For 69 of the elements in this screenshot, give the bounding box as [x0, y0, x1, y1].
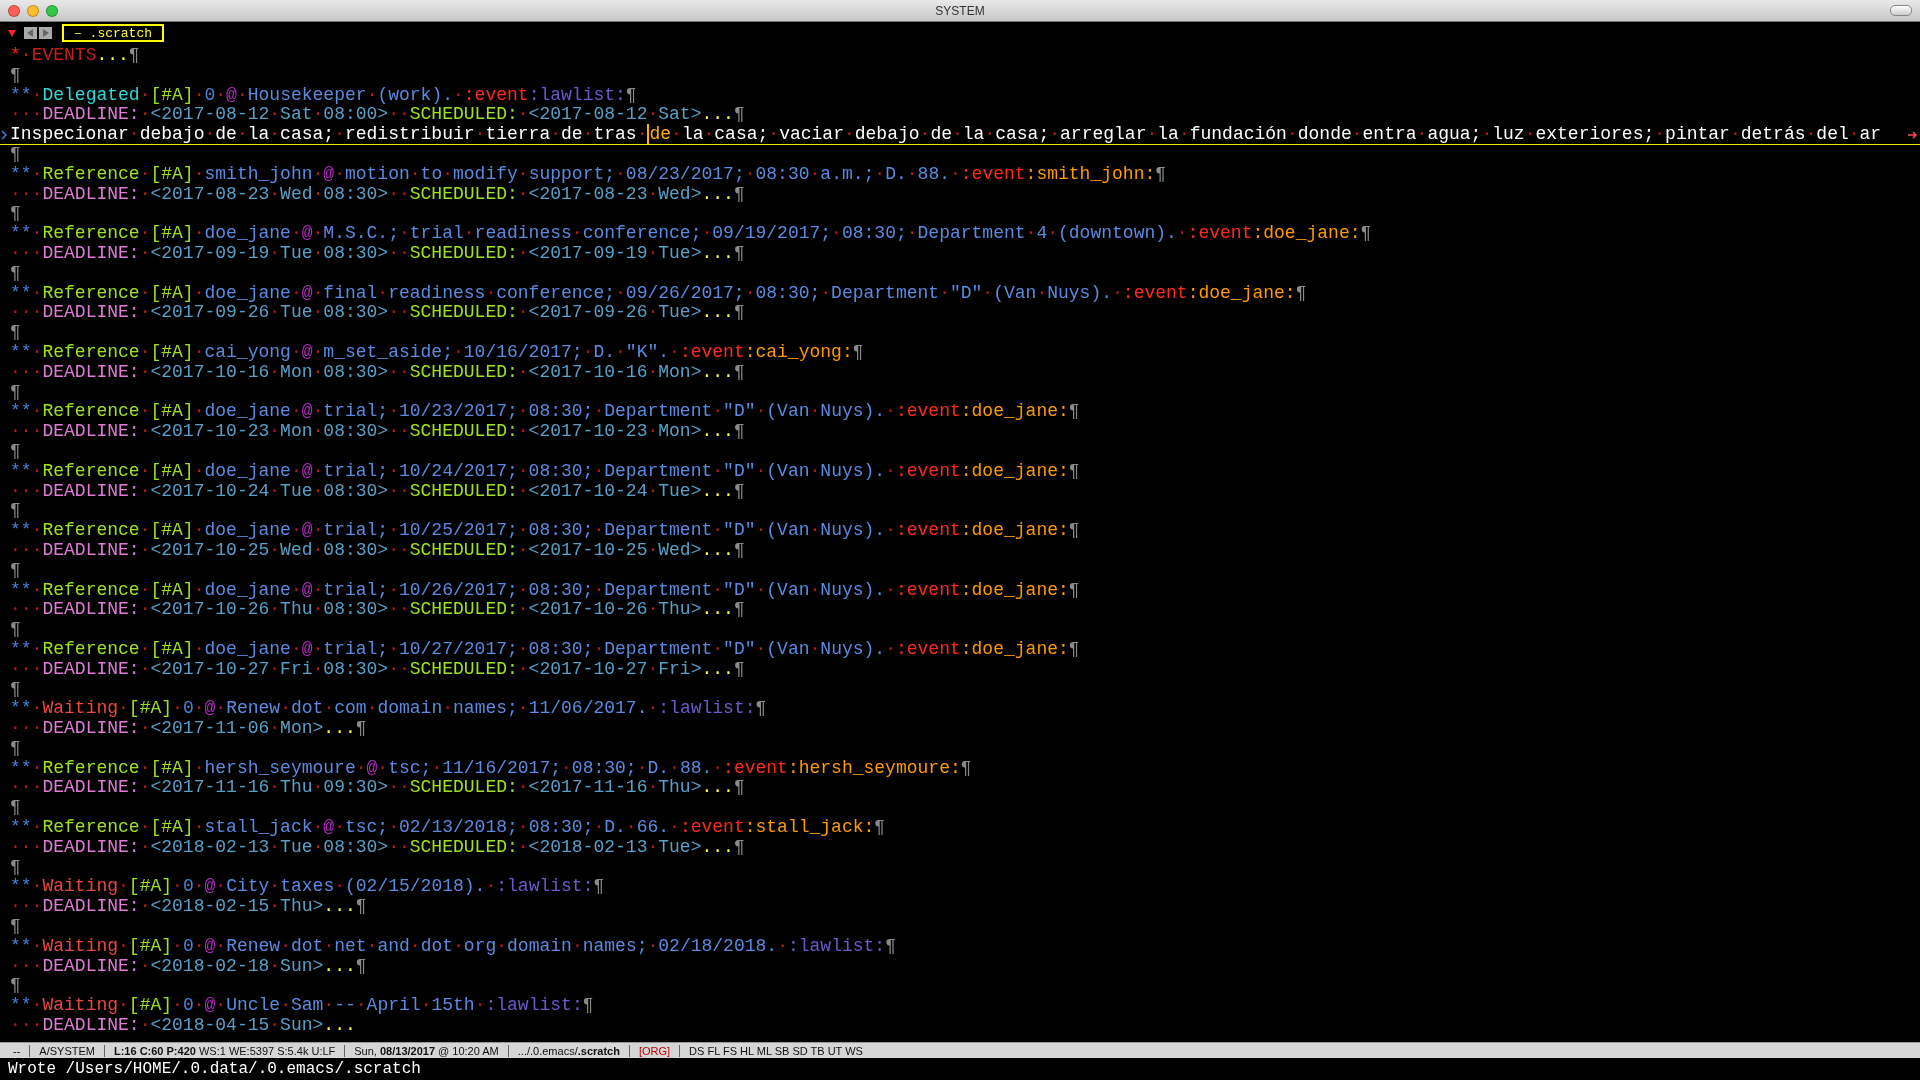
body-text-line: Inspecionar·debajo·de·la·casa;·redistribuir·tierra·de·tras·de·la·casa;·vaciar·debajo·de·la·casa;·arreglar·la·fundación·donde·entra·agua;·luz·exteriores;·pintar·detrás·del·ar [10, 124, 1882, 145]
mode-line-text: A/SYSTEM [30, 1044, 105, 1057]
minimize-button[interactable] [27, 4, 39, 17]
deadline-line: ···DEADLINE:·<2018-04-15·Sun>... [10, 1016, 356, 1036]
org-heading: **·Reference·[#A]·stall_jack·@·tsc;·02/13/2018;·08:30;·D.·66.·:event:stall_jack:¶ [10, 818, 886, 838]
blank-line: ¶ [10, 798, 21, 819]
deadline-line: ···DEADLINE:·<2017-08-23·Wed·08:30>··SCHEDULED:·<2017-08-23·Wed>...¶ [10, 184, 745, 205]
buffer-tab[interactable]: – .scratch [62, 24, 164, 42]
blank-line: ¶ [10, 501, 21, 522]
echo-area-message: Wrote /Users/HOME/.0.data/.0.emacs/.scratch [7, 1059, 422, 1080]
blank-line: ¶ [10, 976, 21, 997]
window-title: SYSTEM [934, 3, 986, 18]
mode-line-text: L:16 C:60 P:420 WS:1 WE:5397 S:5.4k U:LF [104, 1044, 346, 1057]
deadline-line: ···DEADLINE:·<2017-08-12·Sat·08:00>··SCHEDULED:·<2017-08-12·Sat>...¶ [10, 105, 745, 126]
blank-line: ¶ [10, 620, 21, 640]
blank-line: ¶ [10, 263, 21, 284]
deadline-line: ···DEADLINE:·<2018-02-18·Sun>...¶ [10, 956, 367, 977]
org-heading: **·Reference·[#A]·smith_john·@·motion·to·modify·support;·08/23/2017;·08:30·a.m.;·D.·88.·:event:smith_john:¶ [10, 164, 1167, 185]
org-heading: **·Waiting·[#A]·0·@·Renew·dot·net·and·dot·org·domain·names;·02/18/2018.·:lawlist:¶ [10, 936, 896, 957]
org-heading: **·Reference·[#A]·doe_jane·@·trial;·10/24/2017;·08:30;·Department·"D"·(Van·Nuys).·:event:doe_jane:¶ [10, 461, 1080, 482]
blank-line: ¶ [10, 65, 21, 86]
mode-line-text: .../.0.emacs/.scratch [508, 1044, 630, 1057]
deadline-line: ···DEADLINE:·<2017-10-27·Fri·08:30>··SCHEDULED:·<2017-10-27·Fri>...¶ [10, 659, 745, 680]
deadline-line: ···DEADLINE:·<2017-10-23·Mon·08:30>··SCHEDULED:·<2017-10-23·Mon>...¶ [10, 422, 745, 442]
previous-tab-button[interactable] [24, 27, 37, 39]
line-marker-icon [1, 130, 7, 141]
deadline-line: ···DEADLINE:·<2017-09-26·Tue·08:30>··SCHEDULED:·<2017-09-26·Tue>...¶ [10, 303, 745, 324]
org-heading: **·Reference·[#A]·doe_jane·@·trial;·10/26/2017;·08:30;·Department·"D"·(Van·Nuys).·:event:doe_jane:¶ [10, 580, 1080, 601]
mode-line-text: Sun, 08/13/2017 @ 10:20 AM [345, 1044, 509, 1057]
org-heading: **·Reference·[#A]·cai_yong·@·m_set_aside;·10/16/2017;·D.·"K".·:event:cai_yong:¶ [10, 342, 864, 363]
blank-line: ¶ [10, 145, 21, 165]
org-heading: **·Reference·[#A]·doe_jane·@·final·readiness·conference;·09/26/2017;·08:30;·Department·"D"·(Van·Nuys).·:event:doe_jane:¶ [10, 283, 1307, 304]
org-heading: **·Delegated·[#A]·0·@·Housekeeper·(work).·:event:lawlist:¶ [10, 85, 637, 106]
deadline-line: ···DEADLINE:·<2017-10-26·Thu·08:30>··SCHEDULED:·<2017-10-26·Thu>...¶ [10, 600, 745, 621]
continuation-arrow-icon [1908, 130, 1918, 141]
mode-line-text: DS FL FS HL ML SB SD TB UT WS [688, 1044, 864, 1057]
next-tab-button[interactable] [39, 27, 52, 39]
mode-line-text: -- [4, 1044, 31, 1057]
deadline-line: ···DEADLINE:·<2017-11-16·Thu·09:30>··SCHEDULED:·<2017-11-16·Thu>...¶ [10, 778, 745, 799]
org-heading: **·Reference·[#A]·doe_jane·@·trial;·10/23/2017;·08:30;·Department·"D"·(Van·Nuys).·:event:doe_jane:¶ [10, 402, 1080, 423]
org-heading: **·Reference·[#A]·doe_jane·@·M.S.C.;·trial·readiness·conference;·09/19/2017;·08:30;·Department·4·(downtown).·:event:doe_jane:¶ [10, 224, 1372, 244]
org-heading: **·Waiting·[#A]·0·@·City·taxes·(02/15/2018).·:lawlist:¶ [10, 877, 605, 898]
org-heading: **·Reference·[#A]·doe_jane·@·trial;·10/25/2017;·08:30;·Department·"D"·(Van·Nuys).·:event:doe_jane:¶ [10, 521, 1080, 541]
blank-line: ¶ [10, 204, 21, 225]
blank-line: ¶ [10, 679, 21, 700]
blank-line: ¶ [10, 382, 21, 403]
close-button[interactable] [8, 4, 20, 17]
org-heading: **·Waiting·[#A]·0·@·Renew·dot·com·domain·names;·11/06/2017.·:lawlist:¶ [10, 699, 767, 720]
zoom-button[interactable] [46, 4, 58, 17]
blank-line: ¶ [10, 738, 21, 759]
deadline-line: ···DEADLINE:·<2017-10-24·Tue·08:30>··SCHEDULED:·<2017-10-24·Tue>...¶ [10, 481, 745, 502]
org-heading: *·EVENTS...¶ [10, 46, 140, 66]
org-heading: **·Waiting·[#A]·0·@·Uncle·Sam·--·April·15th·:lawlist:¶ [10, 996, 594, 1017]
blank-line: ¶ [10, 917, 21, 937]
triangle-icon[interactable] [8, 29, 16, 37]
org-heading: **·Reference·[#A]·hersh_seymoure·@·tsc;·11/16/2017;·08:30;·D.·88.·:event:hersh_seymoure:¶ [10, 758, 972, 779]
deadline-line: ···DEADLINE:·<2018-02-13·Tue·08:30>··SCHEDULED:·<2018-02-13·Tue>...¶ [10, 837, 745, 858]
blank-line: ¶ [10, 441, 21, 462]
deadline-line: ···DEADLINE:·<2017-09-19·Tue·08:30>··SCHEDULED:·<2017-09-19·Tue>...¶ [10, 243, 745, 264]
blank-line: ¶ [10, 560, 21, 581]
deadline-line: ···DEADLINE:·<2018-02-15·Thu>...¶ [10, 897, 367, 918]
deadline-line: ···DEADLINE:·<2017-10-25·Wed·08:30>··SCHEDULED:·<2017-10-25·Wed>...¶ [10, 540, 745, 561]
mode-line-text: [ORG] [629, 1044, 681, 1057]
toolbar-toggle-button[interactable] [1890, 5, 1912, 16]
deadline-line: ···DEADLINE:·<2017-10-16·Mon·08:30>··SCHEDULED:·<2017-10-16·Mon>...¶ [10, 362, 745, 383]
blank-line: ¶ [10, 857, 21, 878]
blank-line: ¶ [10, 323, 21, 343]
org-heading: **·Reference·[#A]·doe_jane·@·trial;·10/27/2017;·08:30;·Department·"D"·(Van·Nuys).·:event:doe_jane:¶ [10, 639, 1080, 660]
deadline-line: ···DEADLINE:·<2017-11-06·Mon>...¶ [10, 719, 367, 739]
